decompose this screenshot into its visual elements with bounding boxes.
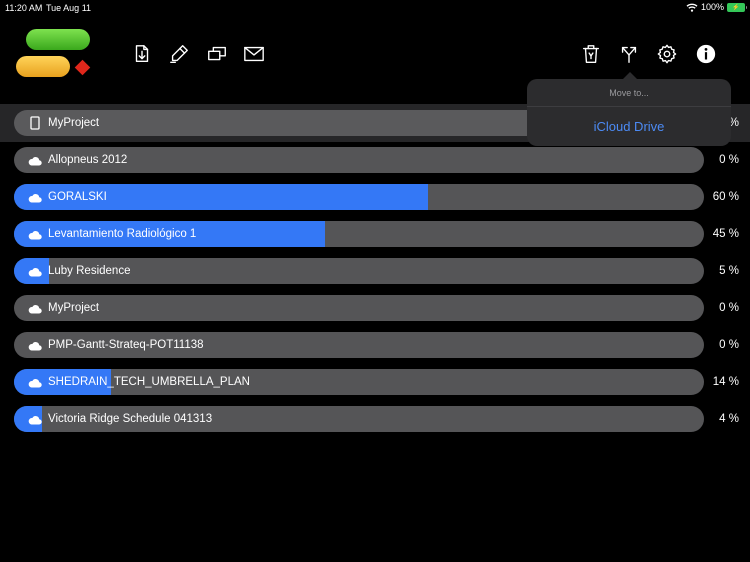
project-name: Allopneus 2012 [48, 154, 128, 166]
project-row[interactable]: MyProject 0 % [14, 295, 750, 321]
cloud-icon [28, 376, 42, 388]
cloud-icon [28, 154, 42, 166]
project-row[interactable]: GORALSKI 60 % [14, 184, 750, 210]
project-name: Victoria Ridge Schedule 041313 [48, 413, 213, 425]
project-percent: 5 % [719, 265, 739, 277]
status-right: 100% ⚡ [686, 2, 747, 12]
mail-icon [244, 46, 264, 62]
project-row[interactable]: Allopneus 2012 0 % [14, 147, 750, 173]
cloud-icon [28, 413, 42, 425]
project-percent: 0 % [719, 302, 739, 314]
project-row[interactable]: SHEDRAIN_TECH_UMBRELLA_PLAN 14 % [14, 369, 750, 395]
gear-icon [657, 44, 677, 64]
project-percent: 60 % [712, 191, 739, 203]
project-name: MyProject [48, 302, 100, 314]
move-popover: Move to... iCloud Drive [527, 72, 731, 146]
project-name: GORALSKI [48, 191, 107, 203]
project-row[interactable]: PMP-Gantt-Strateq-POT11138 0 % [14, 332, 750, 358]
popover-option-icloud-drive[interactable]: iCloud Drive [527, 108, 731, 146]
project-name: PMP-Gantt-Strateq-POT11138 [48, 339, 204, 351]
status-bar: 11:20 AM Tue Aug 11 100% ⚡ [0, 0, 750, 14]
import-icon [135, 45, 149, 63]
progress-track [14, 184, 704, 210]
cloud-icon [28, 265, 42, 277]
progress-track [14, 295, 704, 321]
status-time: 11:20 AM [5, 3, 43, 13]
project-percent: 0 % [719, 339, 739, 351]
windows-icon [208, 46, 226, 61]
info-button[interactable] [693, 41, 719, 67]
project-percent: 14 % [712, 376, 739, 388]
project-percent: 45 % [712, 228, 739, 240]
info-icon [696, 44, 716, 64]
pen-icon [170, 45, 188, 63]
split-arrow-icon [621, 46, 637, 63]
project-row[interactable]: Victoria Ridge Schedule 041313 4 % [14, 406, 750, 432]
status-date: Tue Aug 11 [46, 3, 92, 13]
cloud-icon [28, 339, 42, 351]
cloud-icon [28, 302, 42, 314]
project-percent: 4 % [719, 413, 739, 425]
move-button[interactable] [616, 41, 642, 67]
cloud-icon [28, 228, 42, 240]
trash-icon [582, 45, 600, 63]
trash-button[interactable] [578, 41, 604, 67]
project-name: MyProject [48, 117, 100, 129]
edit-button[interactable] [166, 41, 192, 67]
project-name: Levantamiento Radiológico 1 [48, 228, 197, 240]
project-row[interactable]: Luby Residence 5 % [14, 258, 750, 284]
app-logo [16, 29, 96, 79]
wifi-icon [686, 3, 698, 12]
battery-percent: 100% [700, 2, 724, 12]
project-row[interactable]: Levantamiento Radiológico 1 45 % [14, 221, 750, 247]
popover-title: Move to... [527, 79, 731, 107]
settings-button[interactable] [654, 41, 680, 67]
project-name: Luby Residence [48, 265, 131, 277]
project-percent: 0 % [719, 154, 739, 166]
mail-button[interactable] [241, 41, 267, 67]
cloud-icon [28, 191, 42, 203]
battery-icon: ⚡ [727, 2, 747, 12]
document-icon [28, 116, 42, 130]
import-button[interactable] [129, 41, 155, 67]
project-name: SHEDRAIN_TECH_UMBRELLA_PLAN [48, 376, 250, 388]
windows-button[interactable] [204, 41, 230, 67]
